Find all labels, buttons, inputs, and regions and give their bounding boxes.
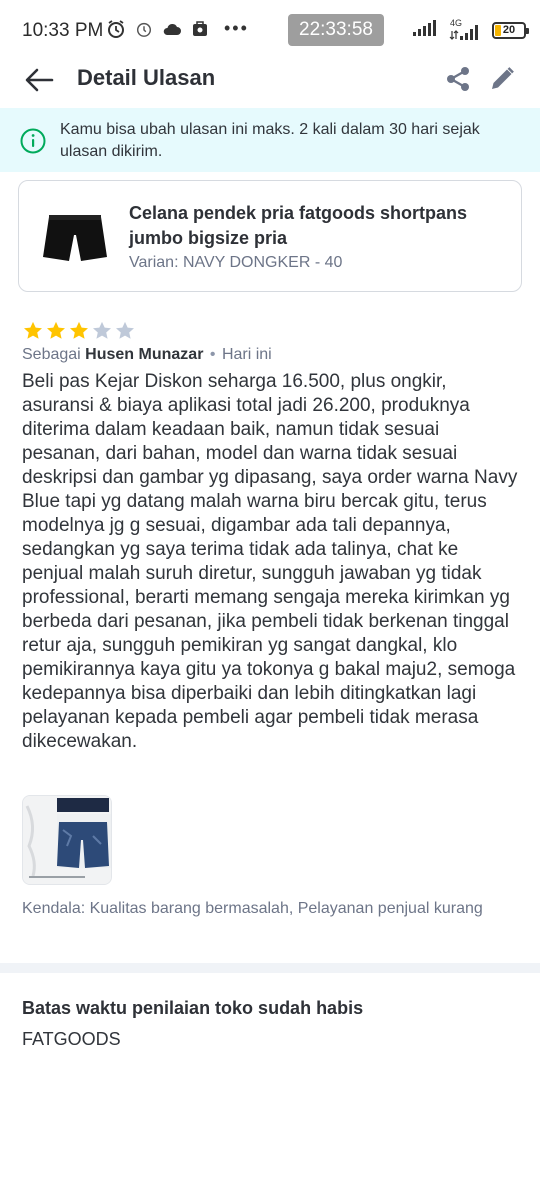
- star-filled-icon: [47, 321, 65, 339]
- info-banner-text: Kamu bisa ubah ulasan ini maks. 2 kali d…: [60, 121, 480, 160]
- reviewer-prefix: Sebagai: [22, 346, 81, 363]
- info-banner: Kamu bisa ubah ulasan ini maks. 2 kali d…: [0, 108, 540, 172]
- app-header: Detail Ulasan: [0, 60, 540, 106]
- star-empty-icon: [116, 321, 134, 339]
- product-name: Celana pendek pria fatgoods shortpans ju…: [129, 203, 468, 248]
- status-bar: 10:33 PM ••• 22:33:58 4G 20: [0, 0, 540, 60]
- alarm-clock-icon: [134, 19, 154, 39]
- status-time: 10:33 PM: [22, 20, 104, 41]
- more-dots-icon: •••: [224, 18, 249, 38]
- deadline-title: Batas waktu penilaian toko sudah habis: [22, 998, 364, 1018]
- review-time: Hari ini: [221, 346, 272, 363]
- review-issues: Kendala: Kualitas barang bermasalah, Pel…: [22, 900, 483, 917]
- review-photo[interactable]: [22, 795, 112, 885]
- arrow-left-icon: [25, 68, 54, 92]
- reviewer-name: Husen Munazar: [85, 346, 204, 363]
- product-image: [43, 215, 107, 261]
- status-right-icons: 4G 20: [412, 18, 529, 42]
- info-icon: [20, 128, 46, 154]
- signal-icon: [412, 19, 438, 42]
- separator-dot: •: [209, 346, 216, 363]
- review-text: Beli pas Kejar Diskon seharga 16.500, pl…: [22, 371, 518, 752]
- share-icon: [447, 67, 469, 91]
- notification-app-icon: [190, 19, 210, 39]
- review-photo-image: [23, 796, 111, 884]
- battery-percent: 20: [502, 24, 516, 36]
- product-variant: Varian: NAVY DONGKER - 40: [129, 254, 343, 271]
- reviewer-line: Sebagai Husen Munazar • Hari ini: [22, 346, 272, 364]
- cloud-icon: [162, 19, 182, 39]
- pencil-icon: [492, 67, 514, 89]
- product-card[interactable]: Celana pendek pria fatgoods shortpans ju…: [18, 180, 522, 292]
- section-divider: [0, 963, 540, 973]
- clock-overlay: 22:33:58: [288, 14, 384, 46]
- back-button[interactable]: [22, 63, 56, 97]
- status-left-icons: •••: [106, 18, 249, 39]
- star-filled-icon: [70, 321, 88, 339]
- edit-button[interactable]: [485, 62, 519, 96]
- star-filled-icon: [24, 321, 42, 339]
- star-empty-icon: [93, 321, 111, 339]
- share-button[interactable]: [441, 62, 475, 96]
- page-title: Detail Ulasan: [77, 65, 216, 90]
- rating-stars: [22, 320, 136, 342]
- alarm-icon: [106, 19, 126, 39]
- 4g-signal-icon: 4G: [448, 18, 482, 41]
- shop-name: FATGOODS: [22, 1029, 121, 1049]
- battery-icon: 20: [492, 22, 529, 39]
